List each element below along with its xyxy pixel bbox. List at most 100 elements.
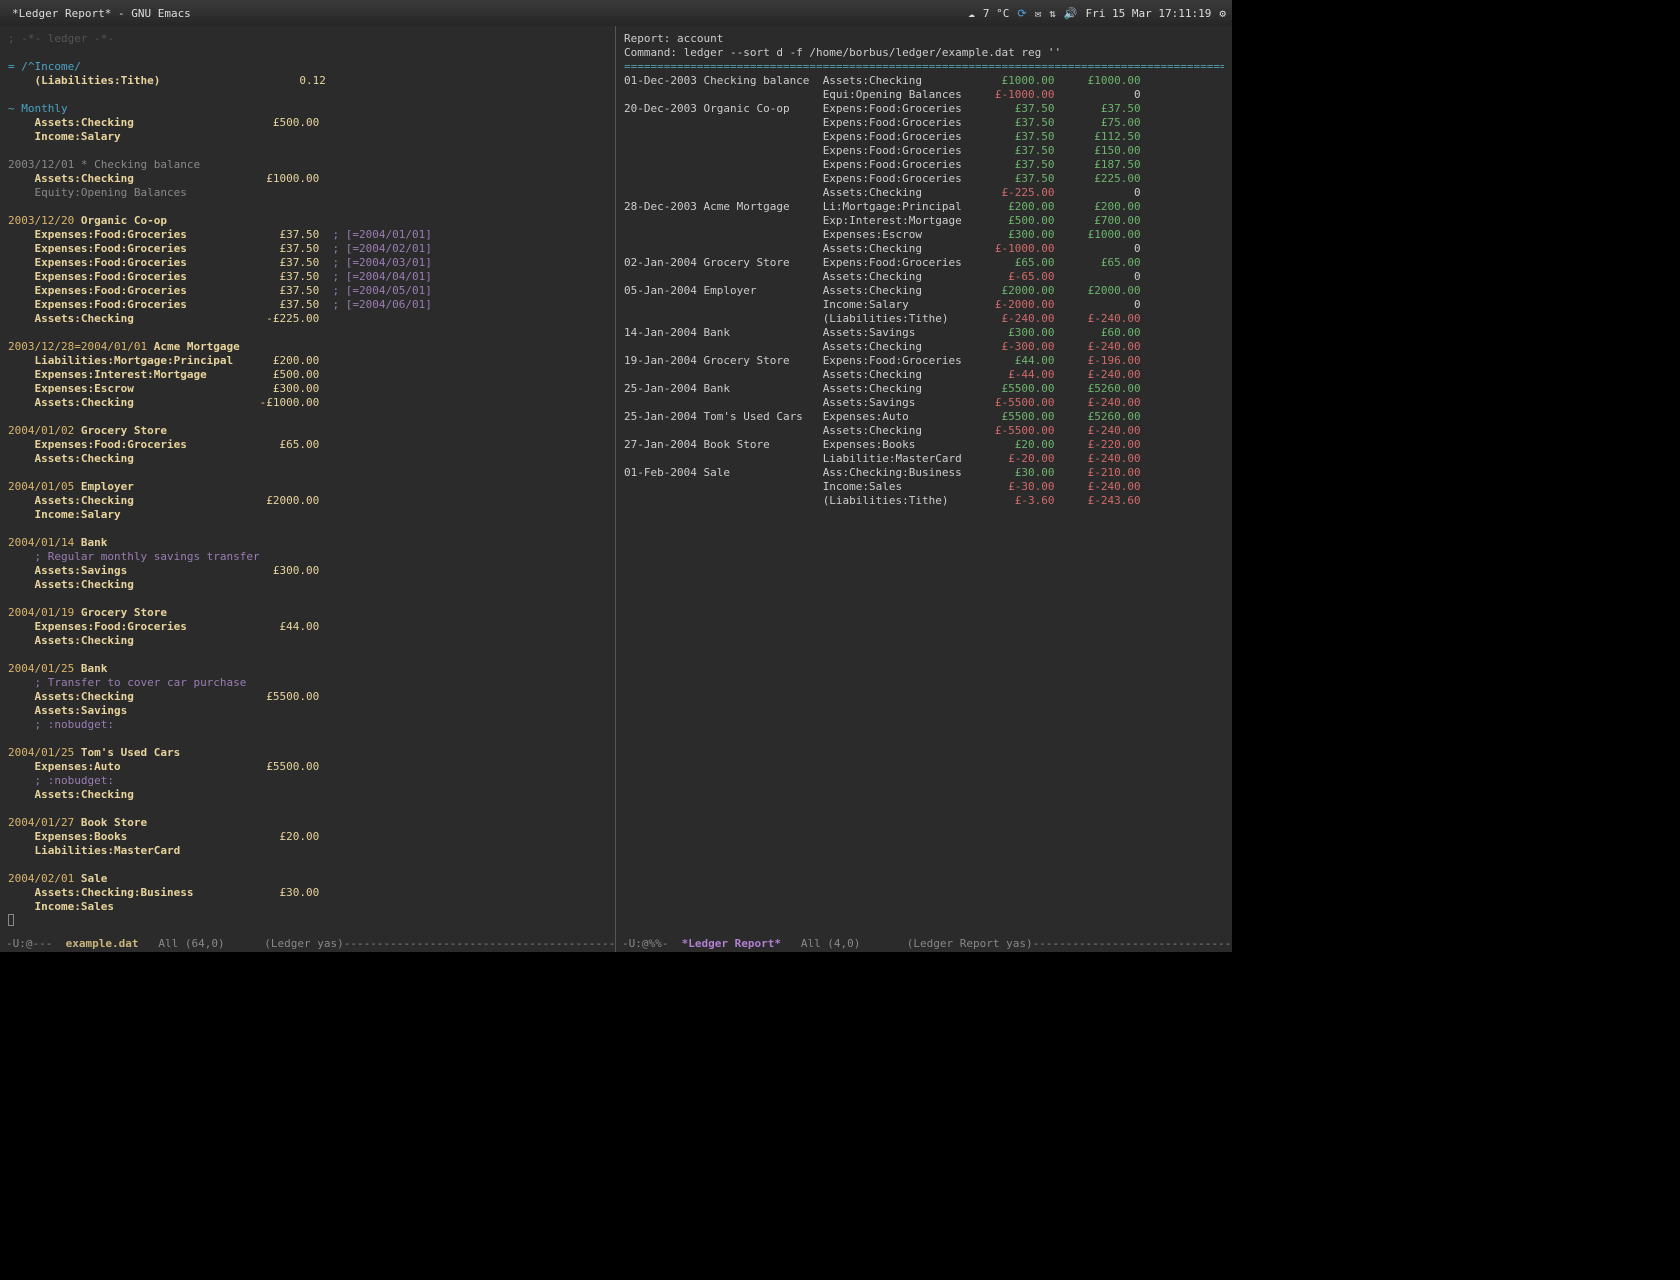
ledger-line[interactable]	[8, 88, 607, 102]
ledger-line[interactable]: 2004/01/27 Book Store	[8, 816, 607, 830]
ledger-line[interactable]: ; :nobudget:	[8, 718, 607, 732]
ledger-line[interactable]: Assets:Savings	[8, 704, 607, 718]
report-row[interactable]: 25-Jan-2004 Bank Assets:Checking £5500.0…	[624, 382, 1224, 396]
ledger-line[interactable]: ~ Monthly	[8, 102, 607, 116]
ledger-line[interactable]: Liabilities:MasterCard	[8, 844, 607, 858]
ledger-line[interactable]: Assets:Checking £1000.00	[8, 172, 607, 186]
report-row[interactable]: Liabilitie:MasterCard £-20.00 £-240.00	[624, 452, 1224, 466]
report-row[interactable]: Assets:Checking £-225.00 0	[624, 186, 1224, 200]
report-row[interactable]: 19-Jan-2004 Grocery Store Expens:Food:Gr…	[624, 354, 1224, 368]
ledger-line[interactable]: Expenses:Food:Groceries £37.50 ; [=2004/…	[8, 298, 607, 312]
report-row[interactable]: Assets:Checking £-300.00 £-240.00	[624, 340, 1224, 354]
ledger-line[interactable]	[8, 522, 607, 536]
report-row[interactable]: Income:Salary £-2000.00 0	[624, 298, 1224, 312]
ledger-line[interactable]: Assets:Checking -£1000.00	[8, 396, 607, 410]
ledger-line[interactable]: ; :nobudget:	[8, 774, 607, 788]
ledger-line[interactable]: Expenses:Books £20.00	[8, 830, 607, 844]
report-row[interactable]: Expens:Food:Groceries £37.50 £225.00	[624, 172, 1224, 186]
report-row[interactable]: Exp:Interest:Mortgage £500.00 £700.00	[624, 214, 1224, 228]
report-row[interactable]: 25-Jan-2004 Tom's Used Cars Expenses:Aut…	[624, 410, 1224, 424]
ledger-line[interactable]: 2004/02/01 Sale	[8, 872, 607, 886]
refresh-icon[interactable]: ⟳	[1017, 7, 1026, 20]
ledger-line[interactable]	[8, 326, 607, 340]
ledger-line[interactable]	[8, 858, 607, 872]
ledger-line[interactable]: 2003/12/28=2004/01/01 Acme Mortgage	[8, 340, 607, 354]
report-row[interactable]: Assets:Checking £-44.00 £-240.00	[624, 368, 1224, 382]
report-row[interactable]: Income:Sales £-30.00 £-240.00	[624, 480, 1224, 494]
report-row[interactable]: Assets:Checking £-5500.00 £-240.00	[624, 424, 1224, 438]
report-row[interactable]: Expens:Food:Groceries £37.50 £150.00	[624, 144, 1224, 158]
ledger-line[interactable]: Expenses:Food:Groceries £37.50 ; [=2004/…	[8, 270, 607, 284]
report-row[interactable]: 05-Jan-2004 Employer Assets:Checking £20…	[624, 284, 1224, 298]
report-separator[interactable]: ========================================…	[624, 60, 1224, 74]
ledger-line[interactable]	[8, 410, 607, 424]
ledger-line[interactable]: 2004/01/25 Tom's Used Cars	[8, 746, 607, 760]
ledger-line[interactable]	[8, 648, 607, 662]
ledger-line[interactable]: Expenses:Food:Groceries £37.50 ; [=2004/…	[8, 242, 607, 256]
ledger-line[interactable]: Income:Salary	[8, 508, 607, 522]
ledger-line[interactable]	[8, 802, 607, 816]
report-row[interactable]: 01-Feb-2004 Sale Ass:Checking:Business £…	[624, 466, 1224, 480]
ledger-line[interactable]: 2004/01/19 Grocery Store	[8, 606, 607, 620]
report-row[interactable]: 20-Dec-2003 Organic Co-op Expens:Food:Gr…	[624, 102, 1224, 116]
volume-icon[interactable]: 🔊	[1064, 7, 1078, 20]
ledger-line[interactable]: Assets:Checking	[8, 578, 607, 592]
ledger-line[interactable]: 2004/01/05 Employer	[8, 480, 607, 494]
report-row[interactable]: Expens:Food:Groceries £37.50 £187.50	[624, 158, 1224, 172]
ledger-line[interactable]: Equity:Opening Balances	[8, 186, 607, 200]
ledger-line[interactable]: Assets:Savings £300.00	[8, 564, 607, 578]
report-row[interactable]: (Liabilities:Tithe) £-240.00 £-240.00	[624, 312, 1224, 326]
ledger-line[interactable]: Expenses:Food:Groceries £37.50 ; [=2004/…	[8, 256, 607, 270]
ledger-line[interactable]: Assets:Checking -£225.00	[8, 312, 607, 326]
ledger-line[interactable]: Assets:Checking	[8, 788, 607, 802]
ledger-line[interactable]: ; Regular monthly savings transfer	[8, 550, 607, 564]
settings-gear-icon[interactable]: ⚙	[1219, 7, 1226, 20]
ledger-line[interactable]: Income:Sales	[8, 900, 607, 914]
ledger-line[interactable]: Assets:Checking £2000.00	[8, 494, 607, 508]
report-row[interactable]: 28-Dec-2003 Acme Mortgage Li:Mortgage:Pr…	[624, 200, 1224, 214]
report-header-line[interactable]: Report: account	[624, 32, 1224, 46]
report-row[interactable]: (Liabilities:Tithe) £-3.60 £-243.60	[624, 494, 1224, 508]
ledger-line[interactable]: (Liabilities:Tithe) 0.12	[8, 74, 607, 88]
ledger-line[interactable]: = /^Income/	[8, 60, 607, 74]
report-row[interactable]: Equi:Opening Balances £-1000.00 0	[624, 88, 1224, 102]
ledger-line[interactable]: Expenses:Food:Groceries £44.00	[8, 620, 607, 634]
ledger-line[interactable]	[8, 144, 607, 158]
ledger-line[interactable]: ; -*- ledger -*-	[8, 32, 607, 46]
ledger-line[interactable]: Assets:Checking £500.00	[8, 116, 607, 130]
report-row[interactable]: Assets:Checking £-65.00 0	[624, 270, 1224, 284]
ledger-line[interactable]	[8, 200, 607, 214]
report-command-line[interactable]: Command: ledger --sort d -f /home/borbus…	[624, 46, 1224, 60]
mail-icon[interactable]: ✉	[1035, 7, 1042, 20]
ledger-line[interactable]: Income:Salary	[8, 130, 607, 144]
ledger-line[interactable]: Liabilities:Mortgage:Principal £200.00	[8, 354, 607, 368]
right-report-pane[interactable]: Report: accountCommand: ledger --sort d …	[616, 26, 1232, 952]
ledger-line[interactable]: Expenses:Food:Groceries £37.50 ; [=2004/…	[8, 284, 607, 298]
ledger-line[interactable]: 2003/12/01 * Checking balance	[8, 158, 607, 172]
ledger-line[interactable]: ; Transfer to cover car purchase	[8, 676, 607, 690]
report-row[interactable]: Assets:Savings £-5500.00 £-240.00	[624, 396, 1224, 410]
report-row[interactable]: 27-Jan-2004 Book Store Expenses:Books £2…	[624, 438, 1224, 452]
ledger-line[interactable]: 2004/01/02 Grocery Store	[8, 424, 607, 438]
ledger-line[interactable]: 2004/01/14 Bank	[8, 536, 607, 550]
report-row[interactable]: Expens:Food:Groceries £37.50 £112.50	[624, 130, 1224, 144]
ledger-line[interactable]	[8, 592, 607, 606]
ledger-line[interactable]: Assets:Checking:Business £30.00	[8, 886, 607, 900]
ledger-line[interactable]: Expenses:Interest:Mortgage £500.00	[8, 368, 607, 382]
network-icon[interactable]: ⇅	[1049, 7, 1056, 20]
ledger-line[interactable]: 2004/01/25 Bank	[8, 662, 607, 676]
ledger-line[interactable]: Assets:Checking	[8, 452, 607, 466]
ledger-line[interactable]: Expenses:Auto £5500.00	[8, 760, 607, 774]
ledger-line[interactable]: Expenses:Food:Groceries £65.00	[8, 438, 607, 452]
ledger-line[interactable]: Expenses:Food:Groceries £37.50 ; [=2004/…	[8, 228, 607, 242]
ledger-line[interactable]	[8, 46, 607, 60]
ledger-line[interactable]: Assets:Checking £5500.00	[8, 690, 607, 704]
report-row[interactable]: Assets:Checking £-1000.00 0	[624, 242, 1224, 256]
ledger-line[interactable]: Assets:Checking	[8, 634, 607, 648]
report-row[interactable]: 01-Dec-2003 Checking balance Assets:Chec…	[624, 74, 1224, 88]
report-row[interactable]: Expens:Food:Groceries £37.50 £75.00	[624, 116, 1224, 130]
ledger-line[interactable]	[8, 732, 607, 746]
report-row[interactable]: 14-Jan-2004 Bank Assets:Savings £300.00 …	[624, 326, 1224, 340]
ledger-line[interactable]: Expenses:Escrow £300.00	[8, 382, 607, 396]
report-row[interactable]: Expenses:Escrow £300.00 £1000.00	[624, 228, 1224, 242]
